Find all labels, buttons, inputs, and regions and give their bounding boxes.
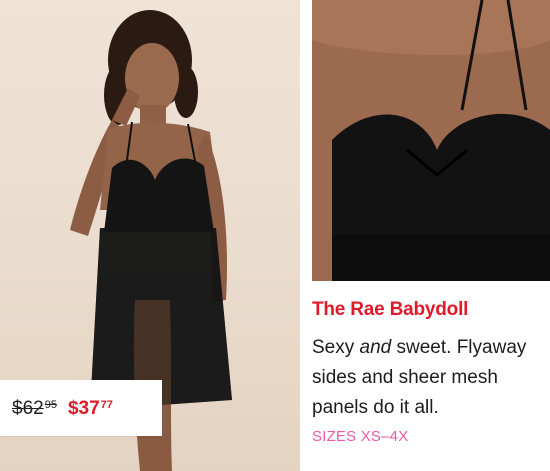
sale-price-whole: $37 [67,397,100,419]
original-price-whole: $62 [12,397,44,419]
description-part-1: Sexy [312,337,360,358]
sale-price: $37 77 [68,399,113,418]
sale-price-cents: 77 [100,398,113,411]
original-price: $62 95 [12,399,57,418]
product-photo-detail[interactable] [312,0,550,281]
product-title[interactable]: The Rae Babydoll [312,299,468,321]
price-tag: $62 95 $37 77 [0,380,162,436]
original-price-cents: 95 [44,398,57,411]
bodice-closeup-illustration [312,0,550,281]
size-range: SIZES XS–4X [312,428,409,445]
description-emphasis: and [359,337,392,358]
product-description: Sexy and sweet. Flyaway sides and sheer … [312,333,548,423]
